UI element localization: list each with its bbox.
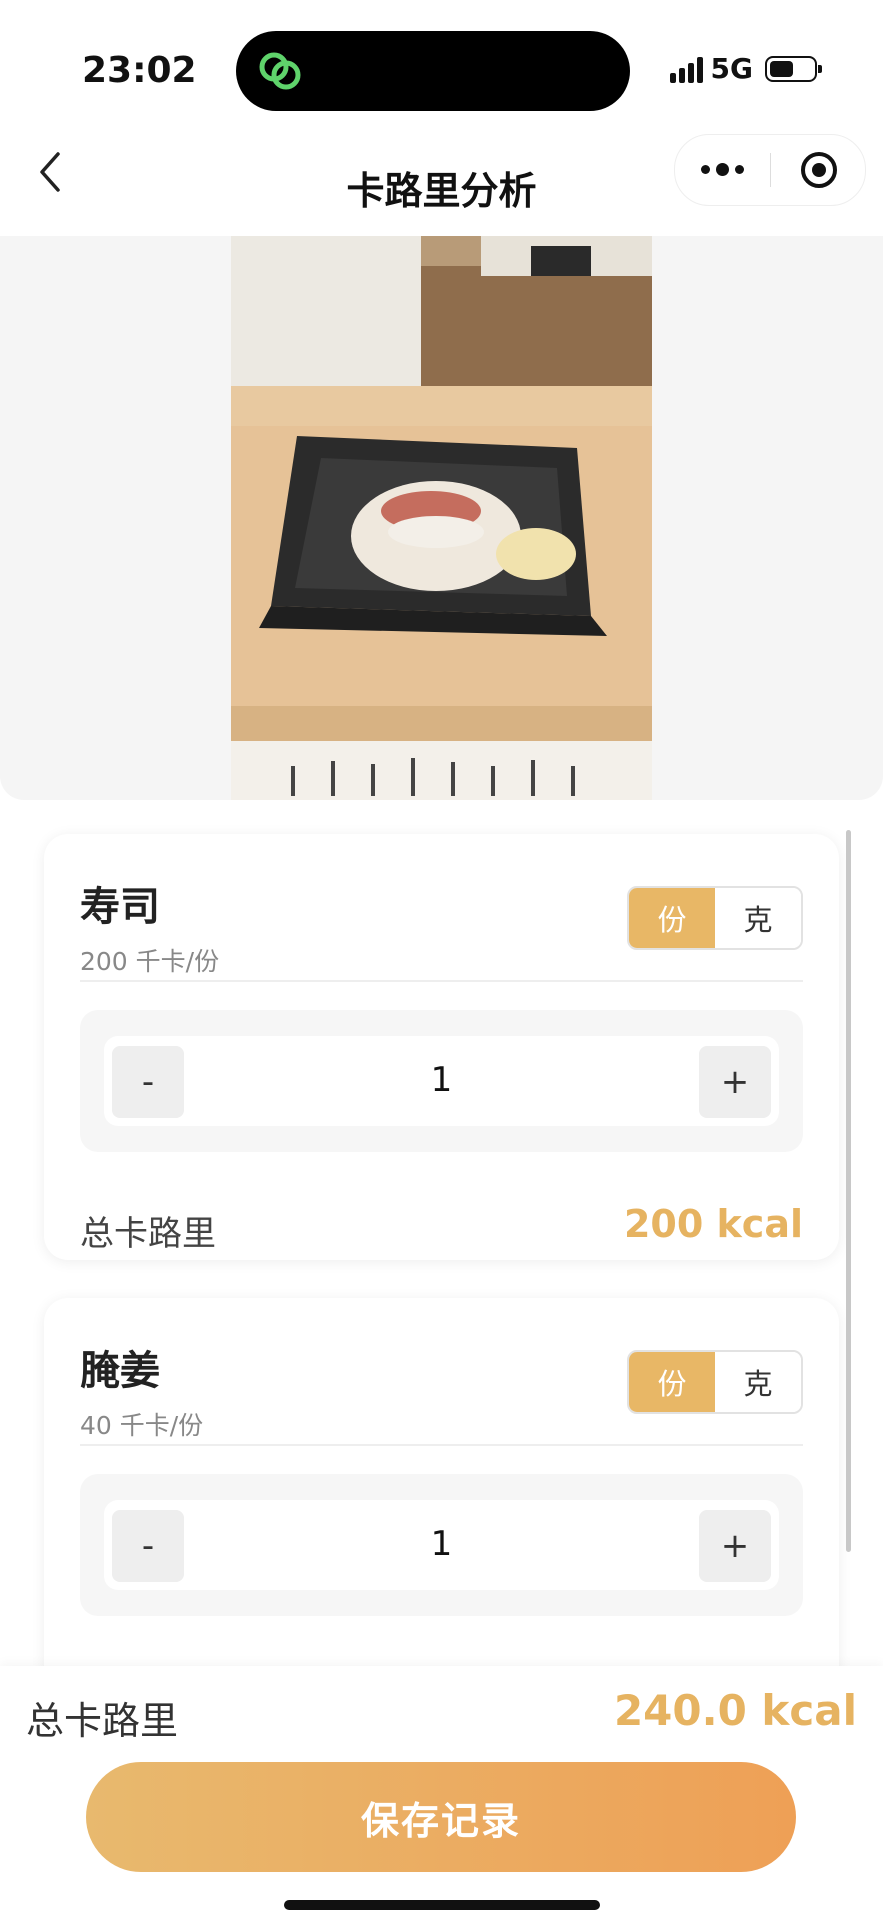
more-icon[interactable] — [701, 163, 744, 176]
dynamic-island — [236, 31, 630, 111]
status-bar: 23:02 5G — [0, 0, 883, 120]
increase-button[interactable]: + — [699, 1046, 771, 1118]
home-indicator — [284, 1900, 600, 1910]
item-total-value: 200 kcal — [623, 1202, 803, 1246]
capsule-divider — [770, 153, 771, 187]
navigation-bar: 卡路里分析 — [0, 130, 883, 230]
quantity-value[interactable]: 1 — [104, 1524, 779, 1564]
mini-program-capsule — [674, 134, 866, 206]
unit-option-gram[interactable]: 克 — [715, 888, 801, 948]
unit-calories: 40 千卡/份 — [80, 1411, 204, 1440]
unit-calories: 200 千卡/份 — [80, 947, 220, 976]
status-time: 23:02 — [82, 50, 197, 91]
quantity-stepper: - 1 + — [104, 1036, 779, 1126]
bottom-summary-bar: 总卡路里 240.0 kcal 保存记录 — [0, 1666, 883, 1920]
wechat-capsule-icon — [259, 52, 301, 90]
food-card: 腌姜 40 千卡/份 份 克 - 1 + — [44, 1298, 839, 1728]
card-divider — [80, 980, 803, 982]
food-name: 寿司 — [80, 884, 160, 930]
unit-option-portion[interactable]: 份 — [629, 1352, 715, 1412]
unit-option-gram[interactable]: 克 — [715, 1352, 801, 1412]
quantity-value[interactable]: 1 — [104, 1060, 779, 1100]
save-record-button[interactable]: 保存记录 — [86, 1762, 796, 1872]
close-target-icon[interactable] — [799, 150, 839, 190]
food-photo — [231, 236, 652, 800]
quantity-stepper: - 1 + — [104, 1500, 779, 1590]
food-name: 腌姜 — [80, 1348, 160, 1394]
battery-icon — [765, 55, 822, 82]
unit-toggle: 份 克 — [627, 886, 803, 950]
quantity-panel: - 1 + — [80, 1010, 803, 1152]
network-type: 5G — [710, 52, 753, 85]
grand-total-label: 总卡路里 — [26, 1699, 179, 1743]
battery-fill — [770, 60, 794, 77]
signal-icon — [669, 55, 703, 83]
unit-option-portion[interactable]: 份 — [629, 888, 715, 948]
scrollbar[interactable] — [846, 830, 851, 1552]
item-total-label: 总卡路里 — [80, 1214, 216, 1254]
food-photo-area — [0, 236, 883, 800]
food-card: 寿司 200 千卡/份 份 克 - 1 + 总卡路里 200 kcal — [44, 834, 839, 1260]
quantity-panel: - 1 + — [80, 1474, 803, 1616]
status-indicators: 5G — [669, 52, 822, 85]
grand-total-value: 240.0 kcal — [613, 1686, 857, 1735]
unit-toggle: 份 克 — [627, 1350, 803, 1414]
card-divider — [80, 1444, 803, 1446]
increase-button[interactable]: + — [699, 1510, 771, 1582]
